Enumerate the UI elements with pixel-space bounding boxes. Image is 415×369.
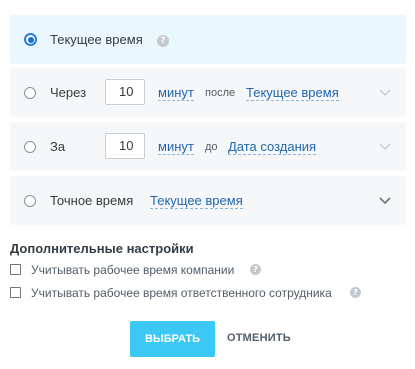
before-number-input[interactable]: 10 xyxy=(105,133,145,159)
radio-after[interactable] xyxy=(24,87,36,99)
radio-current-time[interactable] xyxy=(24,33,37,46)
employee-hours-label[interactable]: Учитывать рабочее время ответственного с… xyxy=(31,286,332,300)
before-base-select[interactable]: Дата создания xyxy=(228,139,317,155)
option-before-label: За xyxy=(50,139,66,154)
option-exact-time-label: Точное время xyxy=(50,193,134,208)
employee-hours-checkbox[interactable] xyxy=(10,287,21,298)
chevron-down-icon[interactable] xyxy=(378,193,392,207)
cancel-button[interactable]: ОТМЕНИТЬ xyxy=(227,332,291,344)
option-after[interactable]: Через 10 минут после Текущее время xyxy=(10,68,406,117)
additional-settings-title: Дополнительные настройки xyxy=(10,241,194,256)
radio-before[interactable] xyxy=(24,141,36,153)
before-unit-select[interactable]: минут xyxy=(158,139,194,155)
exact-time-base-select[interactable]: Текущее время xyxy=(150,193,243,209)
before-relation-label: до xyxy=(205,141,218,153)
question-circle-icon[interactable]: ? xyxy=(157,35,169,47)
after-relation-label: после xyxy=(205,87,236,99)
radio-exact-time[interactable] xyxy=(24,195,36,207)
after-base-select[interactable]: Текущее время xyxy=(246,85,339,101)
after-unit-select[interactable]: минут xyxy=(158,85,194,101)
option-after-label: Через xyxy=(50,85,87,100)
question-circle-icon[interactable]: ? xyxy=(250,264,261,275)
company-hours-label[interactable]: Учитывать рабочее время компании xyxy=(31,263,234,277)
chevron-down-icon[interactable] xyxy=(378,139,392,153)
option-current-time-label: Текущее время xyxy=(50,32,143,47)
chevron-down-icon[interactable] xyxy=(378,85,392,99)
option-current-time[interactable]: Текущее время ? xyxy=(10,15,406,64)
after-number-input[interactable]: 10 xyxy=(105,79,145,105)
company-hours-checkbox[interactable] xyxy=(10,264,21,275)
select-button[interactable]: ВЫБРАТЬ xyxy=(130,321,215,357)
option-before[interactable]: За 10 минут до Дата создания xyxy=(10,122,406,171)
option-exact-time[interactable]: Точное время Текущее время xyxy=(10,176,406,225)
question-circle-icon[interactable]: ? xyxy=(350,287,361,298)
